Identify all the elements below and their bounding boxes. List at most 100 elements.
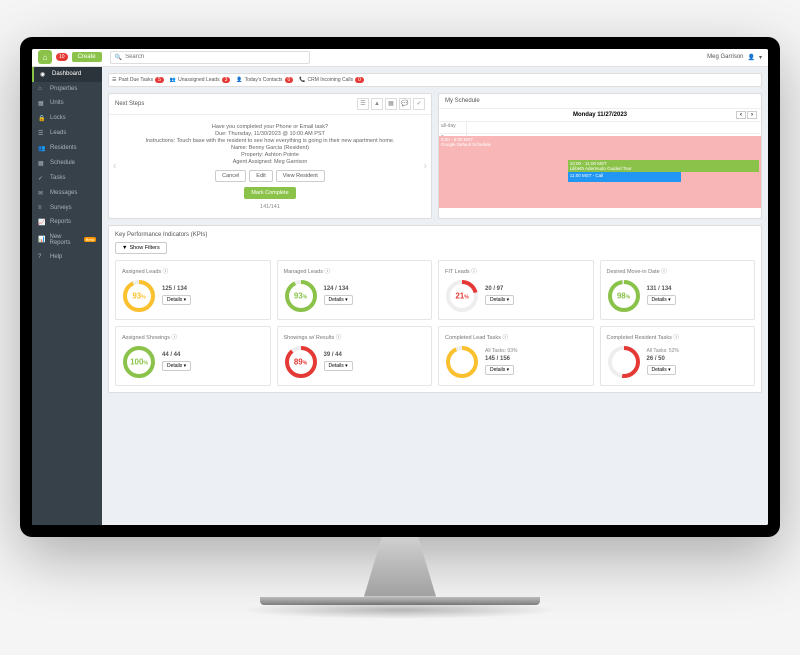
panel-title: My Schedule [445,98,480,104]
kpi-card: Assigned Leads ⓘ93%125 / 134Details ▾ [115,260,271,320]
kpi-card-title: Assigned Leads ⓘ [122,267,264,275]
chevron-down-icon: ▾ [759,54,762,61]
kpi-card-title: Completed Resident Tasks ⓘ [607,333,749,341]
schedule-date: Monday 11/27/2023 [573,112,627,118]
kpi-extra: All Tasks: 93% [485,348,587,354]
kpi-ring [607,345,641,379]
sidebar-item-leads[interactable]: ☰ Leads [32,126,102,141]
sidebar-icon: ✉ [38,190,46,197]
sidebar-item-dashboard[interactable]: ◉Dashboard [32,67,102,82]
sidebar-icon: ≡ [38,205,46,211]
sched-next[interactable]: › [747,111,757,119]
chat-icon[interactable]: 💬 [399,98,411,110]
kpi-title: Key Performance Indicators (KPIs) [115,232,207,238]
sidebar-item-help[interactable]: ?Help [32,250,102,264]
panel-title: Next Steps [115,101,144,107]
user-name: Meg Garrison [707,54,743,60]
sidebar: ◉Dashboard⌂Properties▦Units🔒Locks ☰ Leads 👥… [32,67,102,525]
prev-arrow[interactable]: ‹ [113,161,116,172]
next-arrow[interactable]: › [424,161,427,172]
kpi-card: Showings w/ Results ⓘ89%39 / 44Details ▾ [277,326,433,386]
kpi-card-title: Desired Move-in Date ⓘ [607,267,749,275]
kpi-extra: All Tasks: 52% [647,348,749,354]
sidebar-item-reports[interactable]: 📈 Reports [32,215,102,230]
sidebar-item-locks[interactable]: 🔒Locks [32,111,102,126]
search-icon: 🔍 [115,54,122,61]
mark-complete-button[interactable]: Mark Complete [244,187,295,199]
sidebar-item-residents[interactable]: 👥 Residents [32,141,102,156]
create-button[interactable]: Create [72,52,102,62]
sidebar-icon: 📈 [38,219,46,226]
kpi-fraction: 20 / 97 [485,286,587,292]
search-input[interactable] [125,54,305,60]
sidebar-icon: ▦ [38,160,46,167]
alert-icon[interactable]: ▲ [371,98,383,110]
main-content: ☰ Past Due Tasks 5 👥 Unassigned Leads 3 … [102,67,768,525]
sidebar-item-surveys[interactable]: ≡ Surveys [32,201,102,215]
sidebar-item-schedule[interactable]: ▦ Schedule [32,156,102,171]
notification-badge[interactable]: 10 [56,53,68,61]
user-icon: 👤 [748,54,755,61]
sidebar-icon: ◉ [40,71,48,78]
kpi-card: Completed Resident Tasks ⓘ All Tasks: 52%… [600,326,756,386]
sidebar-icon: 👥 [38,145,46,152]
kpi-card: Assigned Showings ⓘ100%44 / 44Details ▾ [115,326,271,386]
kpi-fraction: 125 / 134 [162,286,264,292]
edit-button[interactable]: Edit [249,170,272,182]
sidebar-label: Help [50,254,62,260]
kpi-fraction: 26 / 50 [647,356,749,362]
details-button[interactable]: Details ▾ [162,361,191,371]
search-box[interactable]: 🔍 [110,51,310,64]
tab-unassigned[interactable]: 👥 Unassigned Leads 3 [170,77,230,83]
sidebar-item-properties[interactable]: ⌂Properties [32,82,102,96]
kpi-ring [445,345,479,379]
event-guided-tour[interactable]: 10:00 - 11:00 MSTLilibeth Adermudo Guide… [568,160,759,172]
tab-today-contacts[interactable]: 👤 Today's Contacts 0 [236,77,293,83]
sched-prev[interactable]: ‹ [736,111,746,119]
sidebar-item-tasks[interactable]: ✓Tasks [32,171,102,186]
kpi-fraction: 131 / 134 [647,286,749,292]
kpi-card-title: Showings w/ Results ⓘ [284,333,426,341]
sidebar-label: Reports [50,219,71,225]
details-button[interactable]: Details ▾ [647,295,676,305]
schedule-grid[interactable]: all-day 8am 9am 10am 11am 12pm 1pm 8:00 … [439,122,761,206]
tab-crm-calls[interactable]: 📞 CRM Incoming Calls 0 [299,77,364,83]
task-question: Have you completed your Phone or Email t… [117,124,423,130]
kpi-fraction: 44 / 44 [162,352,264,358]
tab-past-due[interactable]: ☰ Past Due Tasks 5 [112,77,164,83]
show-filters-button[interactable]: ▼ Show Filters [115,242,167,254]
kpi-card: FIT Leads ⓘ21%20 / 97Details ▾ [438,260,594,320]
cancel-button[interactable]: Cancel [215,170,246,182]
details-button[interactable]: Details ▾ [324,295,353,305]
view-resident-button[interactable]: View Resident [276,170,325,182]
check-icon[interactable]: ✓ [413,98,425,110]
kpi-card: Managed Leads ⓘ93%124 / 134Details ▾ [277,260,433,320]
calendar-icon[interactable]: ▦ [385,98,397,110]
sidebar-icon: ⌂ [38,86,46,92]
sidebar-icon: ☰ [38,130,46,137]
details-button[interactable]: Details ▾ [324,361,353,371]
sidebar-label: Messages [50,190,77,196]
user-menu[interactable]: Meg Garrison 👤 ▾ [707,54,762,61]
kpi-fraction: 39 / 44 [324,352,426,358]
sidebar-label: Leads [50,130,66,136]
alert-tabs: ☰ Past Due Tasks 5 👥 Unassigned Leads 3 … [108,73,762,87]
kpi-card: Completed Lead Tasks ⓘAll Tasks: 93%145 … [438,326,594,386]
sidebar-icon: ▦ [38,100,46,107]
app-logo[interactable]: ⌂ [38,50,52,64]
list-icon[interactable]: ☰ [357,98,369,110]
sidebar-item-units[interactable]: ▦Units [32,96,102,111]
details-button[interactable]: Details ▾ [162,295,191,305]
sidebar-label: Residents [50,145,77,151]
sidebar-label: Schedule [50,160,75,166]
details-button[interactable]: Details ▾ [647,365,676,375]
task-due: Due: Thursday, 11/30/2023 @ 10:00 AM PST [117,131,423,137]
details-button[interactable]: Details ▾ [485,295,514,305]
details-button[interactable]: Details ▾ [485,365,514,375]
event-call[interactable]: 11:00 MST - Call [568,172,681,182]
sidebar-item-messages[interactable]: ✉ Messages [32,186,102,201]
kpi-ring: 93% [284,279,318,313]
kpi-ring: 100% [122,345,156,379]
sidebar-label: Surveys [50,205,72,211]
sidebar-item-new-reports[interactable]: 📊New ReportsBeta [32,230,102,250]
